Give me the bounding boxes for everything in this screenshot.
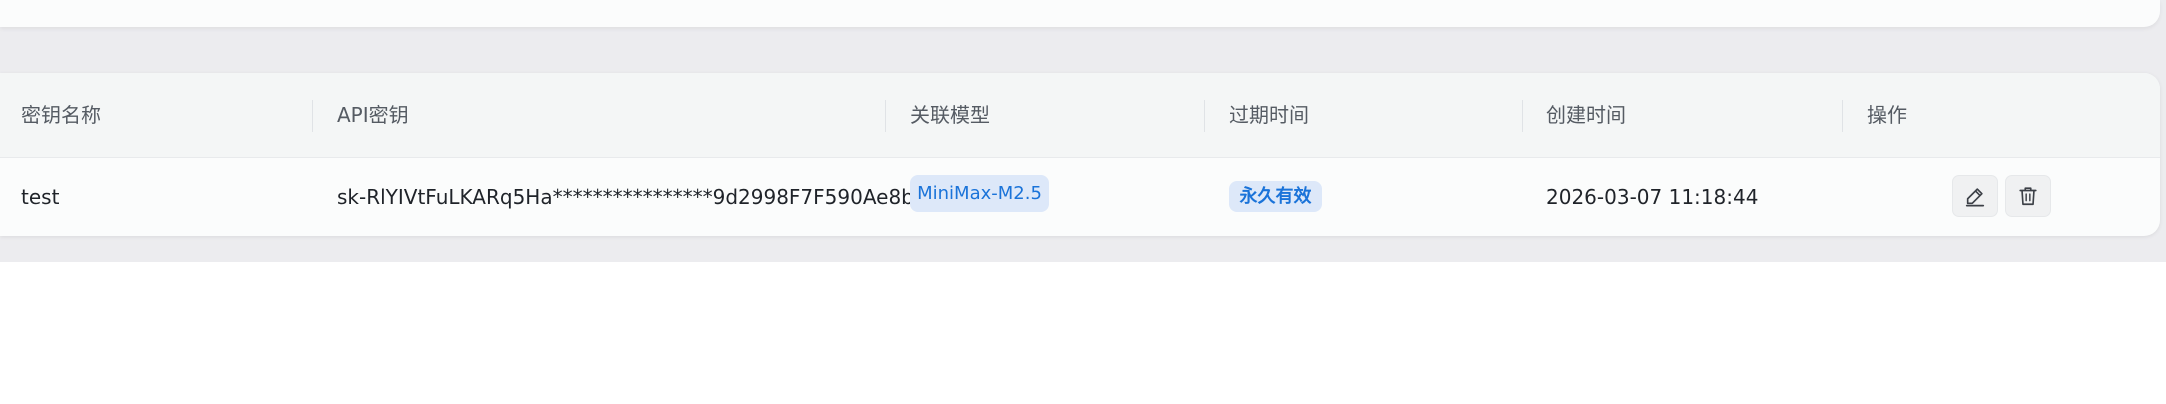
edit-button[interactable]: [1952, 175, 1998, 217]
model-tag: MiniMax-M2.5: [910, 175, 1049, 212]
cell-key-name: test: [21, 185, 60, 209]
top-card: [0, 0, 2160, 27]
header-model: 关联模型: [910, 103, 990, 127]
column-separator[interactable]: [312, 100, 313, 132]
header-api-key: API密钥: [337, 103, 409, 127]
table-header: 密钥名称 API密钥 关联模型 过期时间 创建时间 操作: [0, 73, 2160, 158]
api-key-table: 密钥名称 API密钥 关联模型 过期时间 创建时间 操作 test sk-RlY…: [0, 73, 2160, 236]
table-row: test sk-RlYIVtFuLKARq5Ha****************…: [0, 158, 2160, 236]
delete-button[interactable]: [2005, 175, 2051, 217]
header-created-time: 创建时间: [1546, 103, 1626, 127]
header-key-name: 密钥名称: [21, 103, 101, 127]
column-separator[interactable]: [1204, 100, 1205, 132]
header-actions: 操作: [1867, 103, 1907, 127]
column-separator[interactable]: [1522, 100, 1523, 132]
cell-created-time: 2026-03-07 11:18:44: [1546, 185, 1759, 209]
trash-icon: [2019, 187, 2037, 206]
cell-api-key: sk-RlYIVtFuLKARq5Ha****************9d299…: [337, 185, 914, 209]
column-separator[interactable]: [1842, 100, 1843, 132]
expire-tag: 永久有效: [1229, 181, 1322, 212]
header-expire-time: 过期时间: [1229, 103, 1309, 127]
edit-icon: [1965, 188, 1985, 207]
column-separator[interactable]: [885, 100, 886, 132]
